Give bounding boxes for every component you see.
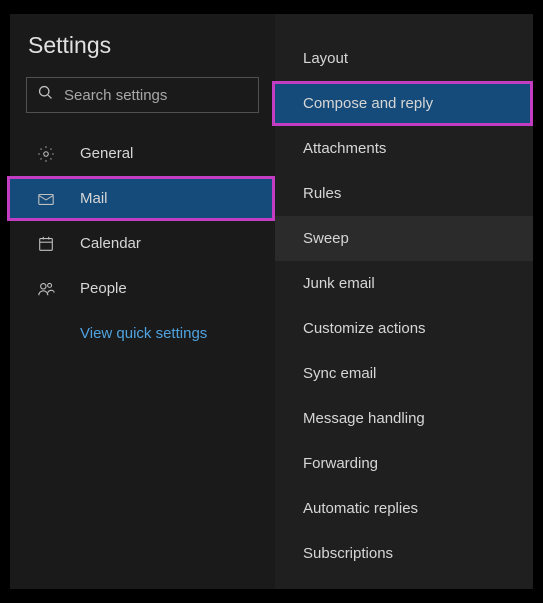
subnav-sweep[interactable]: Sweep xyxy=(275,216,533,261)
subnav-rules[interactable]: Rules xyxy=(275,171,533,216)
nav-label: Mail xyxy=(80,190,108,207)
subnav-label: Rules xyxy=(303,185,341,202)
settings-sidebar: Settings General Mail Calendar xyxy=(10,14,275,589)
subnav-label: Compose and reply xyxy=(303,95,433,112)
nav-general[interactable]: General xyxy=(10,131,275,176)
subnav-compose-and-reply[interactable]: Compose and reply xyxy=(272,81,533,126)
nav-label: General xyxy=(80,145,133,162)
search-container[interactable] xyxy=(26,77,259,113)
nav-label: Calendar xyxy=(80,235,141,252)
search-input[interactable] xyxy=(64,87,263,104)
subnav-attachments[interactable]: Attachments xyxy=(275,126,533,171)
subnav-label: Sweep xyxy=(303,230,349,247)
settings-subnav: Layout Compose and reply Attachments Rul… xyxy=(275,14,533,589)
subnav-forwarding[interactable]: Forwarding xyxy=(275,441,533,486)
gear-icon xyxy=(35,145,56,163)
subnav-label: Customize actions xyxy=(303,320,426,337)
subnav-label: Sync email xyxy=(303,365,376,382)
subnav-label: Forwarding xyxy=(303,455,378,472)
people-icon xyxy=(35,280,56,298)
link-label: View quick settings xyxy=(80,325,207,342)
subnav-automatic-replies[interactable]: Automatic replies xyxy=(275,486,533,531)
subnav-label: Attachments xyxy=(303,140,386,157)
subnav-sync-email[interactable]: Sync email xyxy=(275,351,533,396)
subnav-label: Automatic replies xyxy=(303,500,418,517)
nav-people[interactable]: People xyxy=(10,266,275,311)
mail-icon xyxy=(35,190,56,208)
subnav-label: Junk email xyxy=(303,275,375,292)
settings-title: Settings xyxy=(10,32,275,59)
view-quick-settings-link[interactable]: View quick settings xyxy=(10,311,275,356)
subnav-message-handling[interactable]: Message handling xyxy=(275,396,533,441)
subnav-subscriptions[interactable]: Subscriptions xyxy=(275,531,533,576)
subnav-label: Subscriptions xyxy=(303,545,393,562)
nav-mail[interactable]: Mail xyxy=(7,176,275,221)
subnav-customize-actions[interactable]: Customize actions xyxy=(275,306,533,351)
nav-calendar[interactable]: Calendar xyxy=(10,221,275,266)
subnav-label: Layout xyxy=(303,50,348,67)
subnav-junk-email[interactable]: Junk email xyxy=(275,261,533,306)
subnav-label: Message handling xyxy=(303,410,425,427)
subnav-layout[interactable]: Layout xyxy=(275,36,533,81)
search-icon xyxy=(37,84,64,106)
calendar-icon xyxy=(35,235,56,253)
settings-panel: Settings General Mail Calendar xyxy=(10,14,533,589)
nav-label: People xyxy=(80,280,127,297)
